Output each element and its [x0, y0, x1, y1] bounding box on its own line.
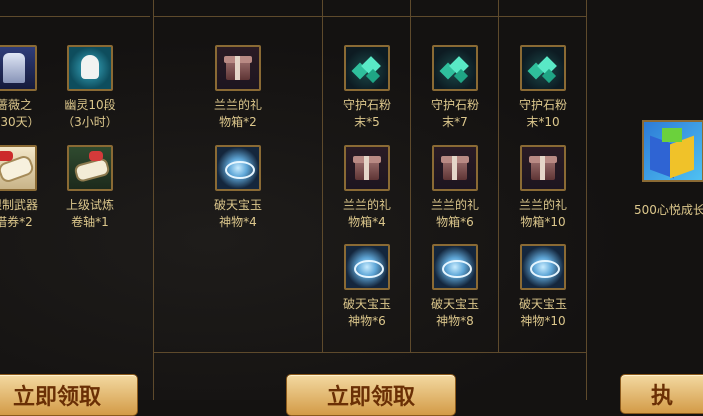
- reward-item[interactable]: 破天宝玉 神物*6: [322, 244, 412, 330]
- scroll-icon: [0, 145, 37, 191]
- reward-item[interactable]: 守护石粉 末*5: [322, 45, 412, 131]
- reward-label: 守护石粉 末*10: [518, 98, 567, 129]
- cube-icon[interactable]: [642, 120, 703, 182]
- gem-icon: [520, 45, 566, 91]
- reward-label: 守护石粉 末*5: [342, 98, 391, 129]
- scroll-icon: [67, 145, 113, 191]
- jade-icon: [432, 244, 478, 290]
- ghost-icon: [67, 45, 113, 91]
- row-divider: [153, 16, 586, 17]
- reward-item[interactable]: 兰兰的礼 物箱*4: [322, 145, 412, 231]
- gem-icon: [432, 45, 478, 91]
- reward-label: 破天宝玉 神物*10: [518, 297, 567, 328]
- jade-icon: [520, 244, 566, 290]
- reward-label: 兰兰的礼 物箱*4: [342, 198, 391, 229]
- reward-item[interactable]: 守护石粉 末*7: [410, 45, 500, 131]
- column-divider: [153, 0, 154, 400]
- gift-box-icon: [215, 45, 261, 91]
- gem-icon: [344, 45, 390, 91]
- reward-item[interactable]: 上级试炼 卷轴*1: [45, 145, 135, 231]
- reward-label: 破天宝玉 神物*8: [430, 297, 479, 328]
- reward-label: 幽灵10段 （3小时）: [62, 98, 118, 129]
- claim-button[interactable]: 执: [620, 374, 703, 414]
- reward-label: 守护石粉 末*7: [430, 98, 479, 129]
- gift-box-icon: [432, 145, 478, 191]
- row-divider: [0, 16, 150, 17]
- reward-label: 兰兰的礼 物箱*10: [518, 198, 567, 229]
- reward-label: 破天宝玉 神物*4: [213, 198, 262, 229]
- reward-item[interactable]: 守护石粉 末*10: [498, 45, 588, 131]
- jade-icon: [215, 145, 261, 191]
- reward-label: 兰兰的礼 物箱*2: [213, 98, 262, 129]
- row-divider: [153, 352, 586, 353]
- reward-label: 500心悦成长: [634, 203, 703, 217]
- reward-item[interactable]: 破天宝玉 神物*8: [410, 244, 500, 330]
- claim-button[interactable]: 立即领取: [286, 374, 456, 416]
- jade-icon: [344, 244, 390, 290]
- reward-item[interactable]: 兰兰的礼 物箱*10: [498, 145, 588, 231]
- reward-label: 兰兰的礼 物箱*6: [430, 198, 479, 229]
- reward-item[interactable]: 兰兰的礼 物箱*6: [410, 145, 500, 231]
- reward-label: 破天宝玉 神物*6: [342, 297, 391, 328]
- armor-icon: [0, 45, 37, 91]
- reward-item[interactable]: 破天宝玉 神物*10: [498, 244, 588, 330]
- gift-box-icon: [520, 145, 566, 191]
- reward-item[interactable]: 破天宝玉 神物*4: [193, 145, 283, 231]
- reward-item[interactable]: 幽灵10段 （3小时）: [45, 45, 135, 131]
- reward-label: 上级试炼 卷轴*1: [65, 198, 114, 229]
- reward-item[interactable]: 兰兰的礼 物箱*2: [193, 45, 283, 131]
- claim-button[interactable]: 立即领取: [0, 374, 138, 416]
- gift-box-icon: [344, 145, 390, 191]
